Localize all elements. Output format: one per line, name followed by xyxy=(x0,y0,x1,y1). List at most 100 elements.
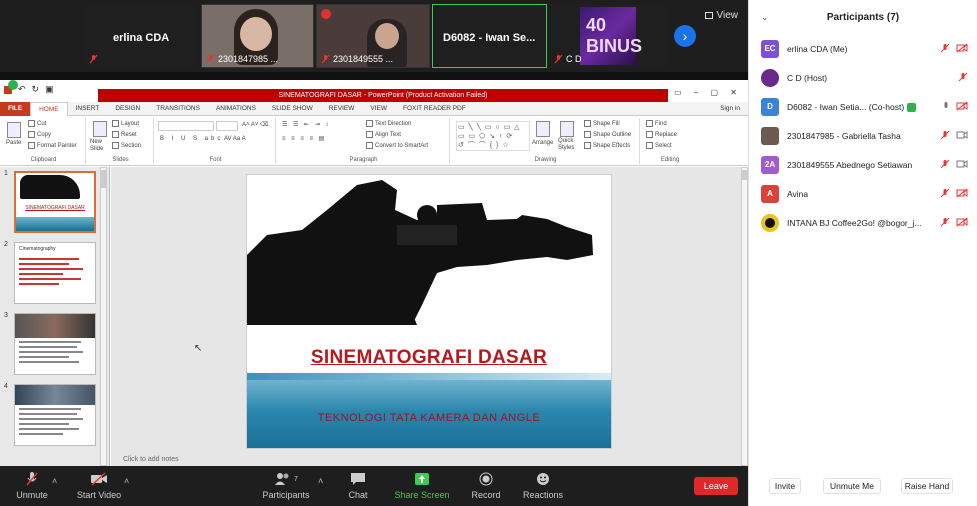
slides-scrollbar[interactable] xyxy=(100,167,107,466)
video-tile-iwan[interactable]: D6082 - Iwan Se... xyxy=(432,4,547,68)
slide-thumb-4[interactable] xyxy=(14,384,96,446)
new-slide-button[interactable]: New Slide xyxy=(90,139,112,153)
tab-design[interactable]: DESIGN xyxy=(107,102,148,116)
align-text-button[interactable]: Align Text xyxy=(366,131,401,138)
layout-button[interactable]: Layout xyxy=(112,120,139,127)
group-clipboard: Paste Cut Copy Format Painter Clipboard xyxy=(2,118,86,164)
tab-transitions[interactable]: TRANSITIONS xyxy=(148,102,208,116)
invite-button[interactable]: Invite xyxy=(769,478,801,494)
tab-review[interactable]: REVIEW xyxy=(321,102,363,116)
quick-styles-icon[interactable] xyxy=(560,121,574,137)
participant-row[interactable]: 2A 2301849555 Abednego Setiawan xyxy=(749,151,977,180)
tab-slide-show[interactable]: SLIDE SHOW xyxy=(264,102,321,116)
editor-scrollbar[interactable] xyxy=(741,167,748,466)
participants-button[interactable]: 7 Participants xyxy=(258,470,314,500)
slide-thumb-3[interactable] xyxy=(14,313,96,375)
convert-smartart-button[interactable]: Convert to SmartArt xyxy=(366,142,428,149)
font-format-buttons[interactable]: B I U S abc xyxy=(160,136,223,142)
shapes-gallery[interactable]: ▭ ╲ ╲ ▭ ○ ▭ △ ▭ ▭ ⬠ ↘ ↑ ⟳ ↺ ⌒ ⌒ { } ☆ xyxy=(456,121,530,151)
record-button[interactable]: Record xyxy=(468,470,504,500)
find-button[interactable]: Find xyxy=(646,120,667,127)
font-color-buttons[interactable]: AV Aa A xyxy=(224,136,246,142)
raise-hand-button[interactable]: Raise Hand xyxy=(901,478,953,494)
reset-button[interactable]: Reset xyxy=(112,131,137,138)
window-controls[interactable]: ? ▭ – ▢ ✕ xyxy=(657,88,742,97)
chevron-up-icon[interactable]: ˄ xyxy=(52,476,57,486)
next-page-button[interactable]: › xyxy=(674,25,696,47)
unmute-me-button[interactable]: Unmute Me xyxy=(823,478,881,494)
tab-file[interactable]: FILE xyxy=(0,101,31,116)
grow-shrink-font-buttons[interactable]: A˄ A˅ ⌫ xyxy=(242,121,269,128)
participant-row[interactable]: INTANA BJ Coffee2Go! @bogor_j... xyxy=(749,209,977,238)
select-button[interactable]: Select xyxy=(646,142,672,149)
list-buttons[interactable]: ☰ ☰ ⇤ ⇥ ↕ xyxy=(282,121,330,128)
avatar: D xyxy=(761,98,779,116)
tab-foxit[interactable]: FOXIT READER PDF xyxy=(395,102,474,116)
participant-name: INTANA BJ Coffee2Go! @bogor_j... xyxy=(787,218,922,228)
shape-fill-button[interactable]: Shape Fill xyxy=(584,120,620,127)
align-buttons[interactable]: ≡ ≡ ≡ ≡ ▤ xyxy=(282,135,326,142)
chevron-up-icon[interactable]: ˄ xyxy=(124,476,129,486)
format-painter-button[interactable]: Format Painter xyxy=(28,142,77,149)
video-tile-2301847985[interactable]: 2301847985 ... xyxy=(201,4,314,68)
paste-button[interactable]: Paste xyxy=(6,140,21,146)
avatar xyxy=(761,69,779,87)
tab-insert[interactable]: INSERT xyxy=(68,102,108,116)
video-off-icon xyxy=(956,188,968,198)
start-video-button[interactable]: Start Video xyxy=(76,470,122,500)
tile-name: erlina CDA xyxy=(113,32,170,44)
shape-outline-button[interactable]: Shape Outline xyxy=(584,131,631,138)
avatar: A xyxy=(761,185,779,203)
participant-row[interactable]: 2301847985 - Gabriella Tasha xyxy=(749,122,977,151)
video-off-icon xyxy=(91,472,107,486)
participant-row[interactable]: A Avina xyxy=(749,180,977,209)
section-button[interactable]: Section xyxy=(112,142,141,149)
font-family-select[interactable] xyxy=(158,121,214,131)
group-label: Drawing xyxy=(534,157,557,163)
current-slide[interactable]: SINEMATOGRAFI DASAR TEKNOLOGI TATA KAMER… xyxy=(246,174,612,449)
chat-button[interactable]: Chat xyxy=(342,470,374,500)
paste-icon[interactable] xyxy=(7,122,21,138)
sign-in-link[interactable]: Sign in xyxy=(712,102,748,116)
notes-pane[interactable]: Click to add notes xyxy=(111,456,748,466)
chevron-up-icon[interactable]: ˄ xyxy=(318,476,323,486)
section-icon xyxy=(112,142,119,149)
slide-number: 2 xyxy=(4,241,8,248)
video-tile-cd[interactable]: 40 BINUS C D xyxy=(549,4,667,68)
redo-icon[interactable]: ↻ xyxy=(32,84,40,95)
participant-row[interactable]: D D6082 - Iwan Setia... (Co-host) xyxy=(749,93,977,122)
view-button[interactable]: View xyxy=(704,10,738,21)
shape-effects-button[interactable]: Shape Effects xyxy=(584,142,630,149)
outline-icon xyxy=(584,131,591,138)
participant-row[interactable]: EC erlina CDA (Me) xyxy=(749,35,977,64)
cut-button[interactable]: Cut xyxy=(28,120,46,127)
tab-home[interactable]: HOME xyxy=(30,101,68,116)
font-size-select[interactable] xyxy=(216,121,238,131)
arrange-icon[interactable] xyxy=(536,121,550,137)
text-direction-icon xyxy=(366,120,373,127)
replace-button[interactable]: Replace xyxy=(646,131,677,138)
video-tile-erlina[interactable]: erlina CDA xyxy=(84,4,197,68)
arrange-button[interactable]: Arrange xyxy=(532,140,553,146)
start-from-beginning-icon[interactable]: ▣ xyxy=(45,84,54,95)
video-tile-2301849555[interactable]: 2301849555 ... xyxy=(316,4,430,68)
text-direction-button[interactable]: Text Direction xyxy=(366,120,411,127)
red-light xyxy=(321,9,331,19)
layout-icon xyxy=(112,120,119,127)
tab-animations[interactable]: ANIMATIONS xyxy=(208,102,264,116)
share-screen-button[interactable]: Share Screen xyxy=(394,470,450,500)
undo-icon[interactable]: ↶ xyxy=(18,84,26,95)
participant-row[interactable]: C D (Host) xyxy=(749,64,977,93)
tab-view[interactable]: VIEW xyxy=(362,102,395,116)
leave-button[interactable]: Leave xyxy=(694,477,738,495)
unmute-button[interactable]: Unmute xyxy=(14,470,50,500)
slide-thumb-1[interactable]: SINEMATOGRAFI DASAR xyxy=(14,171,96,233)
scissors-icon xyxy=(28,120,35,127)
slide-thumb-2[interactable]: Cinematography xyxy=(14,242,96,304)
thumb-title: SINEMATOGRAFI DASAR xyxy=(25,205,85,211)
copy-button[interactable]: Copy xyxy=(28,131,51,138)
quick-styles-button[interactable]: Quick Styles xyxy=(558,138,578,152)
reactions-button[interactable]: Reactions xyxy=(520,470,566,500)
group-paragraph: ☰ ☰ ⇤ ⇥ ↕ ≡ ≡ ≡ ≡ ▤ Text Direction Align… xyxy=(278,118,450,164)
new-slide-icon[interactable] xyxy=(93,121,107,137)
